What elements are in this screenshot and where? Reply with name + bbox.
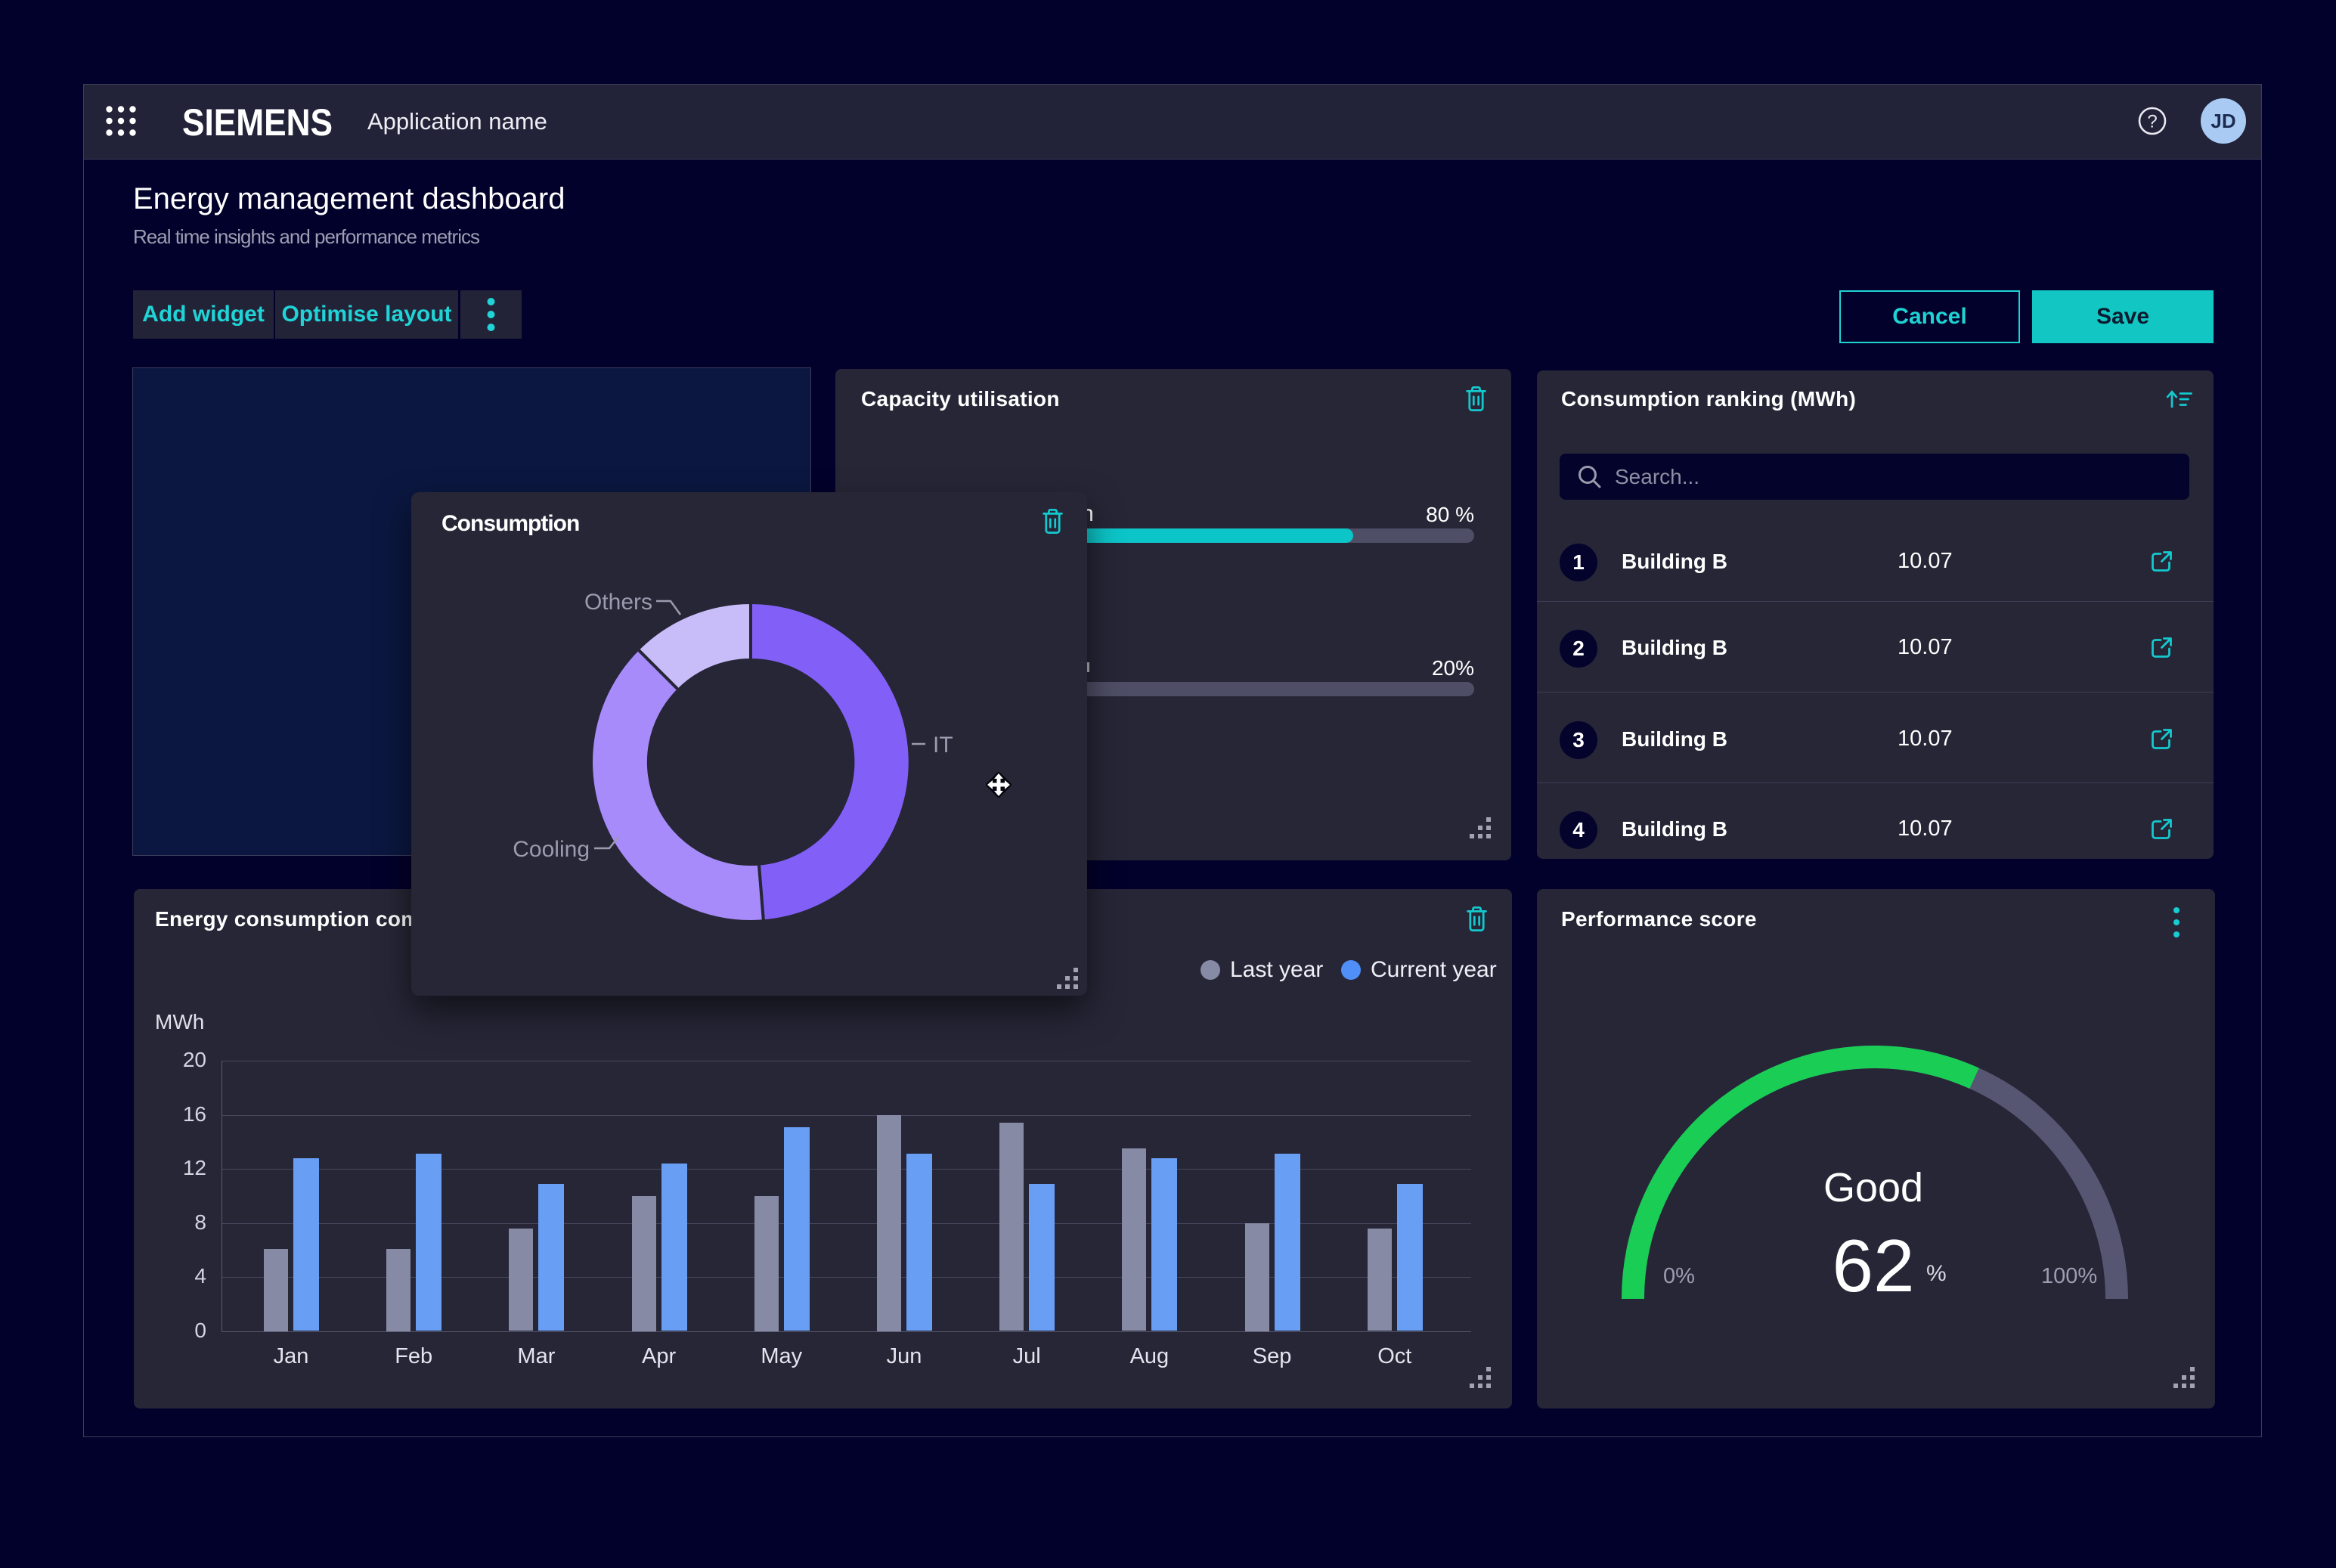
svg-text:Cooling: Cooling [513,837,590,862]
svg-text:IT: IT [933,733,953,758]
svg-text:SIEMENS: SIEMENS [182,101,333,144]
svg-text:?: ? [2147,112,2157,132]
svg-text:Others: Others [584,590,652,615]
